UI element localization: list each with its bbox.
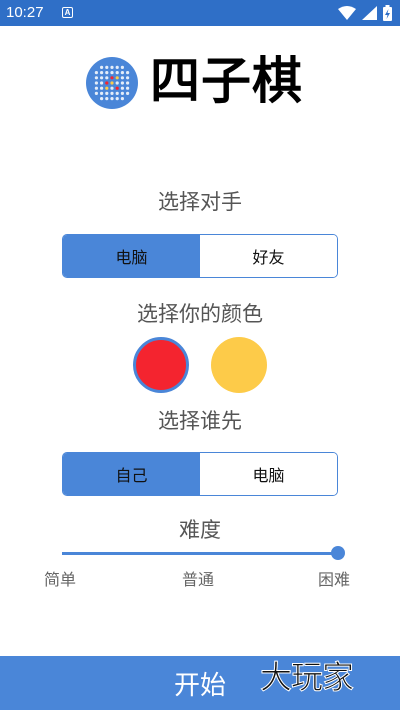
- logo-dot: [110, 71, 114, 75]
- difficulty-level-easy: 简单: [44, 570, 77, 589]
- logo-dot: [100, 86, 104, 90]
- logo-dot: [115, 65, 119, 69]
- logo-dot: [126, 71, 130, 75]
- opponent-selector: 电脑 好友: [62, 234, 338, 278]
- logo-dot: [115, 91, 119, 95]
- battery-charging-icon: [383, 5, 392, 21]
- logo-dot: [100, 97, 104, 101]
- logo-dot: [110, 86, 114, 90]
- logo-dot: [94, 86, 98, 90]
- logo-dot: [105, 91, 109, 95]
- logo-dot: [120, 97, 124, 101]
- logo-dot: [126, 91, 130, 95]
- status-bar: 10:27 A: [0, 0, 400, 26]
- opponent-option-computer[interactable]: 电脑: [63, 235, 200, 277]
- logo-dot: [105, 65, 109, 69]
- logo-dot: [126, 76, 130, 80]
- status-time: 10:27: [6, 4, 44, 21]
- logo-dot: [105, 76, 109, 80]
- logo-dot: [115, 76, 119, 80]
- first-mover-label: 选择谁先: [158, 409, 242, 433]
- logo-dot: [100, 81, 104, 85]
- logo-dot: [94, 81, 98, 85]
- logo-dot: [100, 65, 104, 69]
- logo-dot: [120, 65, 124, 69]
- logo-dot: [115, 86, 119, 90]
- watermark: 大玩家: [259, 658, 354, 697]
- logo-dot: [110, 65, 114, 69]
- logo-dot: [115, 97, 119, 101]
- logo-dot: [94, 76, 98, 80]
- opponent-label: 选择对手: [158, 190, 242, 214]
- logo-dot: [110, 81, 114, 85]
- logo-dot: [105, 97, 109, 101]
- status-icons: [338, 4, 392, 22]
- logo-dot: [94, 91, 98, 95]
- first-option-self[interactable]: 自己: [63, 453, 200, 495]
- color-option-red[interactable]: [133, 337, 189, 393]
- logo-dot: [115, 81, 119, 85]
- logo-dot: [100, 71, 104, 75]
- logo-dot: [120, 76, 124, 80]
- logo-dot: [105, 81, 109, 85]
- logo-dot: [100, 91, 104, 95]
- logo-dot: [126, 81, 130, 85]
- wifi-icon: [338, 6, 356, 20]
- logo-dot: [120, 71, 124, 75]
- difficulty-level-hard: 困难: [318, 570, 351, 589]
- opponent-option-friend[interactable]: 好友: [200, 235, 337, 277]
- color-option-yellow[interactable]: [211, 337, 267, 393]
- logo-dot: [126, 86, 130, 90]
- difficulty-slider-thumb[interactable]: [331, 546, 345, 560]
- signal-icon: [362, 6, 377, 20]
- difficulty-label: 难度: [179, 518, 221, 542]
- connect-four-board-icon: [86, 57, 138, 109]
- first-mover-selector: 自己 电脑: [62, 452, 338, 496]
- logo-dot: [120, 86, 124, 90]
- difficulty-level-normal: 普通: [182, 570, 215, 589]
- logo-dot: [105, 86, 109, 90]
- logo-dot: [120, 91, 124, 95]
- notification-a-icon: A: [62, 7, 73, 18]
- logo-dot: [94, 71, 98, 75]
- logo-dot: [110, 97, 114, 101]
- app-title: 四子棋: [150, 52, 303, 110]
- logo-dot: [105, 71, 109, 75]
- logo-dot: [110, 91, 114, 95]
- logo-dot: [115, 71, 119, 75]
- logo-dot: [100, 76, 104, 80]
- logo-dot: [110, 76, 114, 80]
- color-label: 选择你的颜色: [137, 302, 263, 326]
- difficulty-slider-track[interactable]: [62, 552, 338, 555]
- first-option-computer[interactable]: 电脑: [200, 453, 337, 495]
- logo-dot: [120, 81, 124, 85]
